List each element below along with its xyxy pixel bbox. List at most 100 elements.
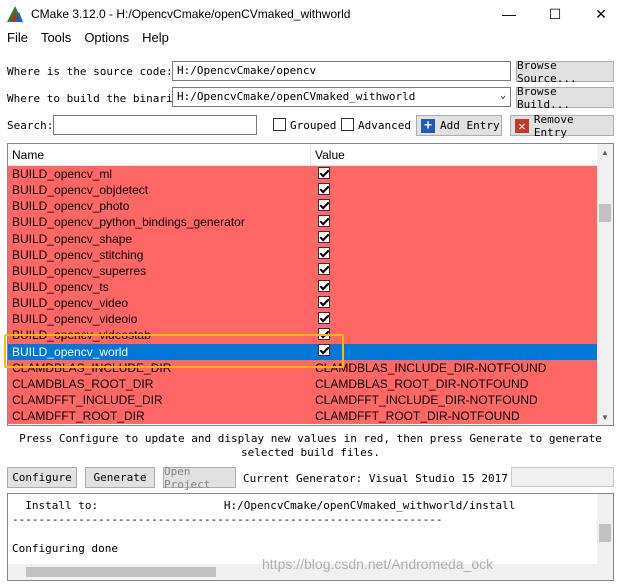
menu-tools[interactable]: Tools	[41, 30, 71, 50]
title-bar[interactable]: CMake 3.12.0 - H:/OpencvCmake/openCVmake…	[0, 0, 624, 28]
current-generator-text: Current Generator: Visual Studio 15 2017…	[243, 472, 548, 485]
row-name: BUILD_opencv_video	[12, 296, 129, 311]
output-vscrollbar[interactable]	[597, 494, 613, 566]
table-row[interactable]: BUILD_opencv_video	[8, 295, 598, 312]
header-value[interactable]: Value	[311, 144, 345, 166]
row-value	[311, 279, 598, 295]
table-scrollbar[interactable]: ▲ ▼	[597, 144, 613, 425]
source-path-input[interactable]: H:/OpencvCmake/opencv	[172, 61, 511, 81]
row-value	[311, 263, 598, 278]
row-value	[311, 166, 598, 182]
row-name: BUILD_opencv_videoio	[12, 312, 138, 327]
close-icon[interactable]: ✕	[578, 0, 624, 28]
row-name: BUILD_opencv_stitching	[12, 247, 144, 262]
table-row[interactable]: BUILD_opencv_videoio	[8, 311, 598, 328]
maximize-icon[interactable]: ☐	[532, 0, 578, 28]
open-project-button[interactable]: Open Project	[163, 465, 236, 491]
menu-help[interactable]: Help	[142, 30, 169, 50]
progress-bar	[511, 467, 614, 487]
table-rows: BUILD_opencv_ml BUILD_opencv_objdetect BUI…	[8, 166, 598, 425]
minimize-icon[interactable]: —	[486, 0, 532, 28]
remove-x-icon: ✕	[515, 118, 529, 133]
row-value	[311, 247, 598, 262]
table-row[interactable]: BUILD_opencv_objdetect	[8, 182, 598, 199]
table-row[interactable]: BUILD_opencv_shape	[8, 230, 598, 247]
table-header: Name Value	[8, 144, 598, 166]
menu-bar: File Tools Options Help	[0, 30, 624, 50]
row-value: CLAMDBLAS_ROOT_DIR-NOTFOUND	[315, 376, 529, 391]
row-value: CLAMDBLAS_INCLUDE_DIR-NOTFOUND	[315, 360, 547, 375]
value-checkbox[interactable]	[318, 295, 330, 308]
grouped-label: Grouped	[290, 119, 337, 132]
output-vscroll-thumb[interactable]	[599, 524, 611, 542]
cmake-logo-icon	[7, 6, 23, 22]
watermark: https://blog.csdn.net/Andromeda_ock	[262, 556, 494, 572]
row-name: BUILD_opencv_ml	[12, 167, 113, 182]
plus-icon: +	[421, 118, 435, 133]
row-name: BUILD_opencv_superres	[12, 263, 147, 278]
row-name: CLAMDFFT_INCLUDE_DIR	[12, 393, 163, 408]
source-label: Where is the source code:	[7, 65, 173, 78]
value-checkbox[interactable]	[318, 214, 330, 227]
table-row[interactable]: BUILD_opencv_python_bindings_generator	[8, 214, 598, 231]
value-checkbox[interactable]	[318, 198, 330, 211]
row-name: CLAMDFFT_ROOT_DIR	[12, 409, 145, 424]
table-row[interactable]: CLAMDFFT_ROOT_DIR CLAMDFFT_ROOT_DIR-NOTFO…	[8, 408, 598, 425]
value-checkbox[interactable]	[318, 182, 330, 195]
row-name: BUILD_opencv_shape	[12, 231, 133, 246]
row-value	[311, 327, 598, 343]
output-done-line: Configuring done	[12, 542, 118, 555]
grouped-checkbox[interactable]	[273, 118, 286, 131]
search-label: Search:	[7, 119, 54, 132]
table-row[interactable]: CLAMDFFT_INCLUDE_DIR CLAMDFFT_INCLUDE_DIR…	[8, 391, 598, 409]
browse-source-button[interactable]: Browse Source...	[516, 59, 614, 85]
row-value	[311, 311, 598, 327]
value-checkbox[interactable]	[318, 279, 330, 292]
output-install-line: Install to: H:/OpencvCmake/openCVmaked_w…	[12, 499, 516, 512]
highlight-box	[4, 334, 344, 368]
row-name: BUILD_opencv_objdetect	[12, 183, 149, 198]
table-row[interactable]: BUILD_opencv_superres	[8, 262, 598, 279]
table-row[interactable]: CLAMDBLAS_ROOT_DIR CLAMDBLAS_ROOT_DIR-NOT…	[8, 375, 598, 392]
remove-entry-button[interactable]: ✕ Remove Entry	[510, 113, 614, 139]
menu-options[interactable]: Options	[84, 30, 129, 50]
row-value	[311, 344, 598, 359]
menu-file[interactable]: File	[7, 30, 28, 50]
row-value: CLAMDFFT_ROOT_DIR-NOTFOUND	[315, 409, 520, 424]
build-path-value: H:/OpencvCmake/openCVmaked_withworld	[177, 90, 416, 103]
value-checkbox[interactable]	[318, 231, 330, 244]
cache-table[interactable]: Name Value BUILD_opencv_ml BUILD_opencv_o…	[7, 143, 614, 426]
hint-text: Press Configure to update and display ne…	[19, 432, 602, 459]
add-entry-button[interactable]: + Add Entry	[416, 115, 502, 136]
value-checkbox[interactable]	[318, 311, 330, 324]
table-row[interactable]: BUILD_opencv_photo	[8, 198, 598, 215]
search-input[interactable]	[53, 115, 257, 135]
output-hscroll-thumb[interactable]	[26, 567, 216, 577]
table-row[interactable]: BUILD_opencv_ts	[8, 278, 598, 296]
scroll-down-icon[interactable]: ▼	[597, 409, 613, 425]
header-name[interactable]: Name	[8, 144, 311, 166]
value-checkbox[interactable]	[318, 247, 330, 260]
value-checkbox[interactable]	[318, 263, 330, 276]
add-entry-label: Add Entry	[440, 119, 500, 132]
generate-button[interactable]: Generate	[85, 467, 155, 488]
table-row[interactable]: BUILD_opencv_stitching	[8, 246, 598, 263]
build-path-combobox[interactable]: H:/OpencvCmake/openCVmaked_withworld ⌄	[172, 87, 511, 107]
row-name: BUILD_opencv_python_bindings_generator	[12, 215, 245, 230]
scroll-up-icon[interactable]: ▲	[597, 144, 613, 160]
configure-button[interactable]: Configure	[7, 467, 77, 488]
browse-build-button[interactable]: Browse Build...	[516, 85, 614, 111]
table-row[interactable]: BUILD_opencv_ml	[8, 166, 598, 183]
row-value	[311, 214, 598, 230]
advanced-label: Advanced	[358, 119, 411, 132]
row-value	[311, 198, 598, 214]
row-value: CLAMDFFT_INCLUDE_DIR-NOTFOUND	[315, 393, 538, 408]
chevron-down-icon[interactable]: ⌄	[500, 89, 506, 103]
row-value	[311, 295, 598, 311]
scroll-thumb[interactable]	[599, 204, 611, 222]
value-checkbox[interactable]	[318, 166, 330, 179]
row-name: BUILD_opencv_photo	[12, 199, 130, 214]
advanced-checkbox[interactable]	[341, 118, 354, 131]
row-name: BUILD_opencv_ts	[12, 280, 109, 295]
build-label: Where to build the binaries:	[7, 92, 193, 105]
